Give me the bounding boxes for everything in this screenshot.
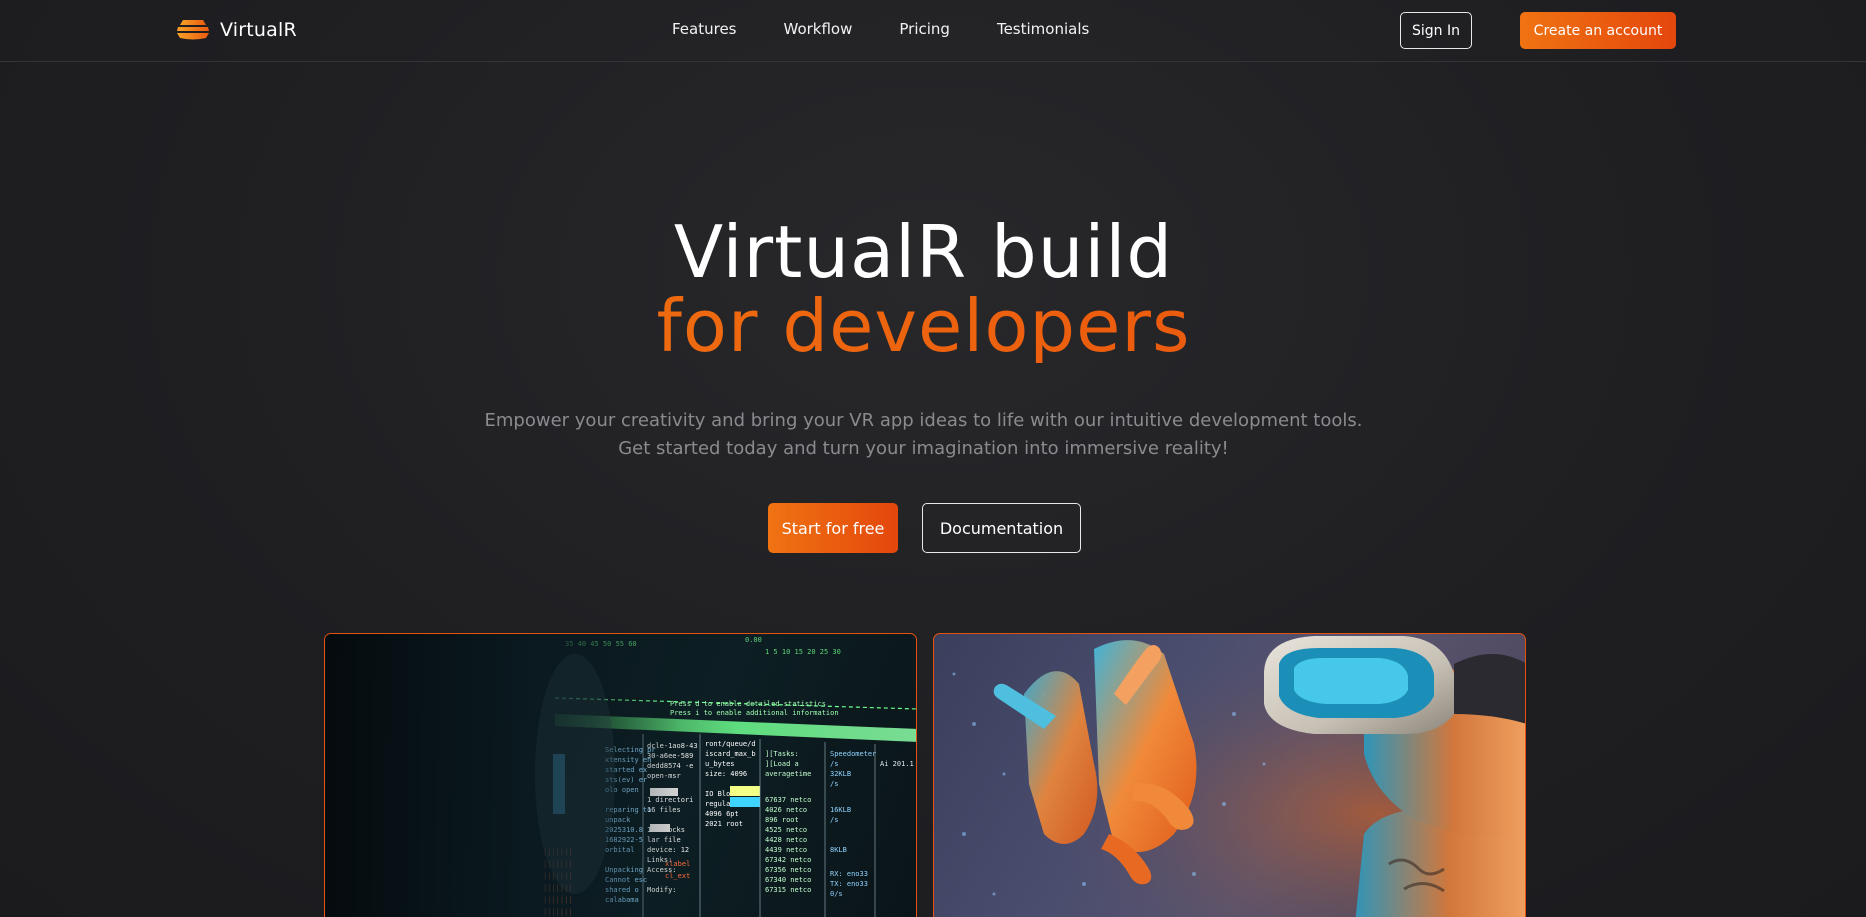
hero-title-line1: VirtualR build [673, 210, 1174, 294]
landing-page: VirtualR Features Workflow Pricing Testi… [0, 0, 1866, 917]
hero-title-line2-accent: for developers [0, 289, 1847, 363]
hero-subtitle: Empower your creativity and bring your V… [0, 407, 1847, 463]
start-for-free-button[interactable]: Start for free [768, 503, 898, 553]
code-screen-image: 35 40 45 50 55 60 0.00 1 5 10 15 20 25 3… [324, 633, 917, 917]
nav-link-pricing[interactable]: Pricing [899, 20, 950, 38]
nav-link-workflow[interactable]: Workflow [784, 20, 853, 38]
documentation-button[interactable]: Documentation [922, 503, 1081, 553]
nav-link-features[interactable]: Features [672, 20, 737, 38]
nav-link-testimonials[interactable]: Testimonials [997, 20, 1089, 38]
create-account-button[interactable]: Create an account [1520, 12, 1676, 49]
vr-headset-person-image [933, 633, 1526, 917]
hero-subtitle-line1: Empower your creativity and bring your V… [484, 410, 1363, 431]
layered-disc-logo-icon [175, 17, 211, 43]
brand-name: VirtualR [220, 19, 297, 41]
sign-in-button[interactable]: Sign In [1400, 12, 1472, 49]
hero-subtitle-line2: Get started today and turn your imaginat… [618, 438, 1229, 459]
hero-title: VirtualR build for developers [0, 215, 1847, 363]
nav-links: Features Workflow Pricing Testimonials [672, 20, 1136, 38]
top-navbar: VirtualR Features Workflow Pricing Testi… [0, 0, 1866, 62]
brand-logo[interactable]: VirtualR [175, 17, 297, 43]
